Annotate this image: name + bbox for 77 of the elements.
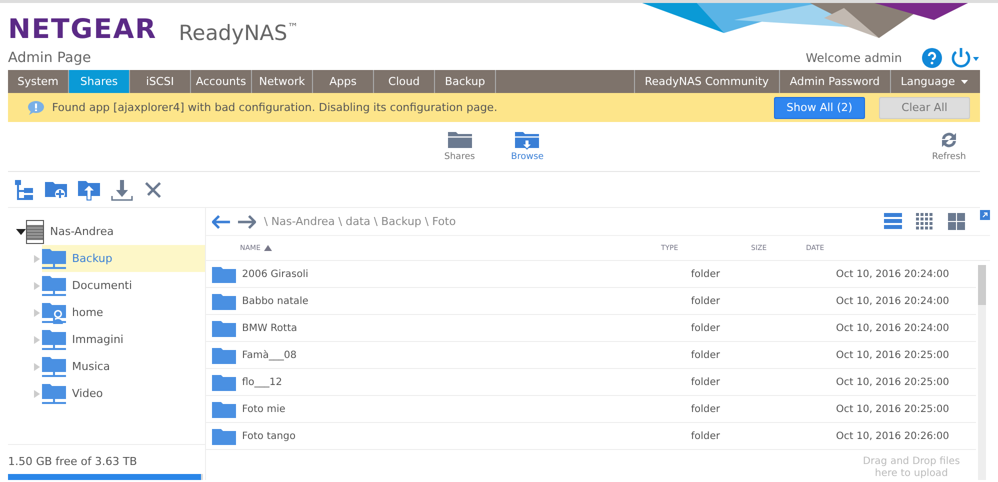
folder-download-icon bbox=[515, 130, 540, 150]
list-view-button[interactable] bbox=[884, 213, 902, 230]
file-name: BMW Rotta bbox=[241, 322, 298, 334]
large-grid-view-button[interactable] bbox=[948, 213, 966, 230]
folder-icon bbox=[212, 319, 236, 337]
show-all-button[interactable]: Show All (2) bbox=[774, 96, 865, 118]
tree-folder-item[interactable]: Immagini bbox=[42, 326, 205, 353]
file-name: flo___12 bbox=[241, 376, 284, 388]
expand-icon[interactable] bbox=[980, 210, 990, 220]
folder-icon bbox=[212, 346, 236, 364]
nas-device-icon bbox=[26, 220, 44, 244]
file-type: folder bbox=[691, 268, 722, 280]
welcome-text: Welcome admin bbox=[806, 50, 902, 64]
clear-all-button[interactable]: Clear All bbox=[879, 96, 970, 118]
folder-icon bbox=[212, 427, 236, 445]
network-folder-icon bbox=[42, 382, 66, 404]
tree-root-item[interactable]: Nas-Andrea bbox=[26, 218, 114, 245]
refresh-button[interactable]: Refresh bbox=[926, 130, 972, 168]
notice-message: Found app [ajaxplorer4] with bad configuration. Disabling its configuration page. bbox=[52, 101, 498, 114]
drop-hint: here to upload bbox=[874, 468, 948, 480]
file-date: Oct 10, 2016 20:25:00 bbox=[836, 376, 950, 388]
tree-folder-item[interactable]: home bbox=[42, 299, 205, 326]
user-folder-icon bbox=[42, 302, 66, 324]
speech-bubble-icon bbox=[28, 100, 44, 114]
page-subtitle: Admin Page bbox=[8, 50, 91, 66]
file-name: Foto mie bbox=[241, 404, 286, 414]
network-folder-icon bbox=[42, 248, 66, 270]
file-name: Famà___08 bbox=[241, 350, 298, 360]
file-type: folder bbox=[691, 404, 722, 414]
power-icon[interactable] bbox=[950, 46, 980, 68]
folders-icon bbox=[448, 130, 472, 150]
back-arrow-icon[interactable] bbox=[212, 214, 230, 228]
file-type: folder bbox=[691, 322, 722, 334]
network-folder-icon bbox=[42, 274, 66, 296]
network-folder-icon bbox=[42, 328, 66, 350]
folder-icon bbox=[212, 292, 236, 310]
small-grid-view-button[interactable] bbox=[916, 213, 934, 230]
file-type: folder bbox=[691, 430, 722, 442]
file-name: Babbo natale bbox=[241, 296, 310, 306]
file-date: Oct 10, 2016 20:24:00 bbox=[836, 322, 950, 334]
new-folder-icon[interactable] bbox=[45, 180, 67, 200]
file-date: Oct 10, 2016 20:24:00 bbox=[836, 296, 950, 306]
tree-folder-item[interactable]: Documenti bbox=[42, 272, 205, 299]
delete-icon[interactable] bbox=[144, 180, 162, 198]
storage-text: 1.50 GB free of 3.63 TB bbox=[8, 455, 138, 470]
tree-folder-item[interactable]: Video bbox=[42, 380, 205, 407]
folder-icon bbox=[212, 400, 236, 418]
sub-tab[interactable]: Shares bbox=[438, 130, 481, 168]
product-name: ReadyNAS™ bbox=[178, 21, 298, 45]
file-type: folder bbox=[691, 296, 722, 306]
nav-tab[interactable]: Shares bbox=[69, 70, 130, 93]
tree-folder-item[interactable]: Musica bbox=[42, 353, 205, 380]
refresh-icon bbox=[939, 130, 959, 150]
sort-up-icon bbox=[264, 245, 272, 251]
forward-arrow-icon[interactable] bbox=[238, 214, 256, 228]
tree-folder-item[interactable]: Backup bbox=[42, 245, 205, 272]
drop-hint: Drag and Drop files bbox=[862, 456, 960, 468]
expand-arrow-icon[interactable] bbox=[16, 228, 26, 236]
download-icon[interactable] bbox=[111, 178, 133, 200]
breadcrumb-path: \ Nas-Andrea \ data \ Backup \ Foto bbox=[264, 215, 457, 228]
file-type: folder bbox=[691, 350, 722, 360]
tree-view-icon[interactable] bbox=[14, 178, 34, 200]
folder-icon bbox=[212, 373, 236, 391]
file-date: Oct 10, 2016 20:25:00 bbox=[836, 350, 950, 360]
file-date: Oct 10, 2016 20:26:00 bbox=[836, 430, 950, 442]
file-date: Oct 10, 2016 20:24:00 bbox=[836, 268, 950, 280]
folder-icon bbox=[212, 265, 236, 283]
netgear-logo: NETGEAR bbox=[8, 14, 157, 45]
file-type: folder bbox=[691, 376, 722, 388]
network-folder-icon bbox=[42, 356, 66, 378]
help-icon[interactable] bbox=[922, 48, 942, 68]
upload-icon[interactable] bbox=[78, 178, 100, 200]
file-name: 2006 Girasoli bbox=[241, 268, 310, 280]
scrollbar[interactable] bbox=[978, 265, 986, 480]
file-name: Foto tango bbox=[241, 430, 297, 442]
file-date: Oct 10, 2016 20:25:00 bbox=[836, 404, 950, 414]
sub-tab[interactable]: Browse bbox=[504, 130, 550, 168]
